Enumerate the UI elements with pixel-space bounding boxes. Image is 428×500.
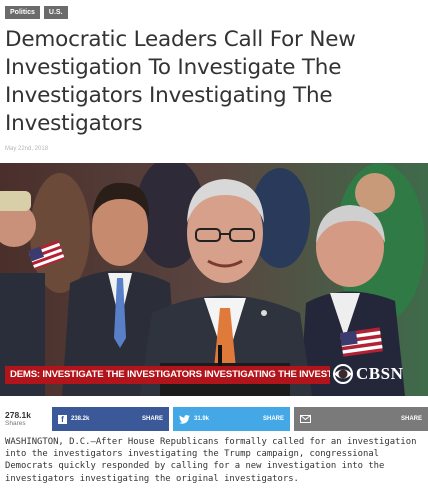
twitter-share-label: SHARE — [262, 416, 284, 422]
twitter-bird-icon — [179, 414, 190, 424]
share-total-count: 278.1k — [5, 410, 31, 420]
facebook-share-count: 238.2k — [71, 416, 90, 422]
facebook-share-label: SHARE — [141, 416, 163, 422]
tag-politics[interactable]: Politics — [5, 6, 40, 19]
cbsn-logo: CBSN — [333, 364, 403, 384]
press-conference-illustration — [0, 163, 428, 396]
envelope-icon — [300, 415, 311, 423]
facebook-share-button[interactable]: f 238.2k SHARE — [52, 407, 169, 431]
tag-us[interactable]: U.S. — [43, 6, 68, 19]
share-total-label: Shares — [5, 420, 26, 427]
cbsn-logo-text: CBSN — [356, 364, 404, 383]
facebook-icon: f — [58, 414, 67, 424]
email-share-label: SHARE — [400, 416, 422, 422]
share-bar: 278.1k Shares f 238.2k SHARE 31.9k SHARE… — [0, 407, 428, 431]
twitter-share-button[interactable]: 31.9k SHARE — [173, 407, 290, 431]
cbs-eye-icon — [333, 364, 353, 384]
article-body: WASHINGTON, D.C.—After House Republicans… — [5, 437, 417, 484]
category-tags: Politics U.S. — [5, 6, 68, 19]
article-headline: Democratic Leaders Call For New Investig… — [5, 27, 356, 136]
article-photo: DEMS: INVESTIGATE THE INVESTIGATORS INVE… — [0, 163, 428, 396]
twitter-share-count: 31.9k — [194, 416, 210, 422]
publish-date: May 22nd, 2018 — [5, 146, 49, 152]
email-share-button[interactable]: SHARE — [294, 407, 428, 431]
news-chyron: DEMS: INVESTIGATE THE INVESTIGATORS INVE… — [5, 366, 330, 384]
share-total: 278.1k Shares — [0, 407, 52, 431]
